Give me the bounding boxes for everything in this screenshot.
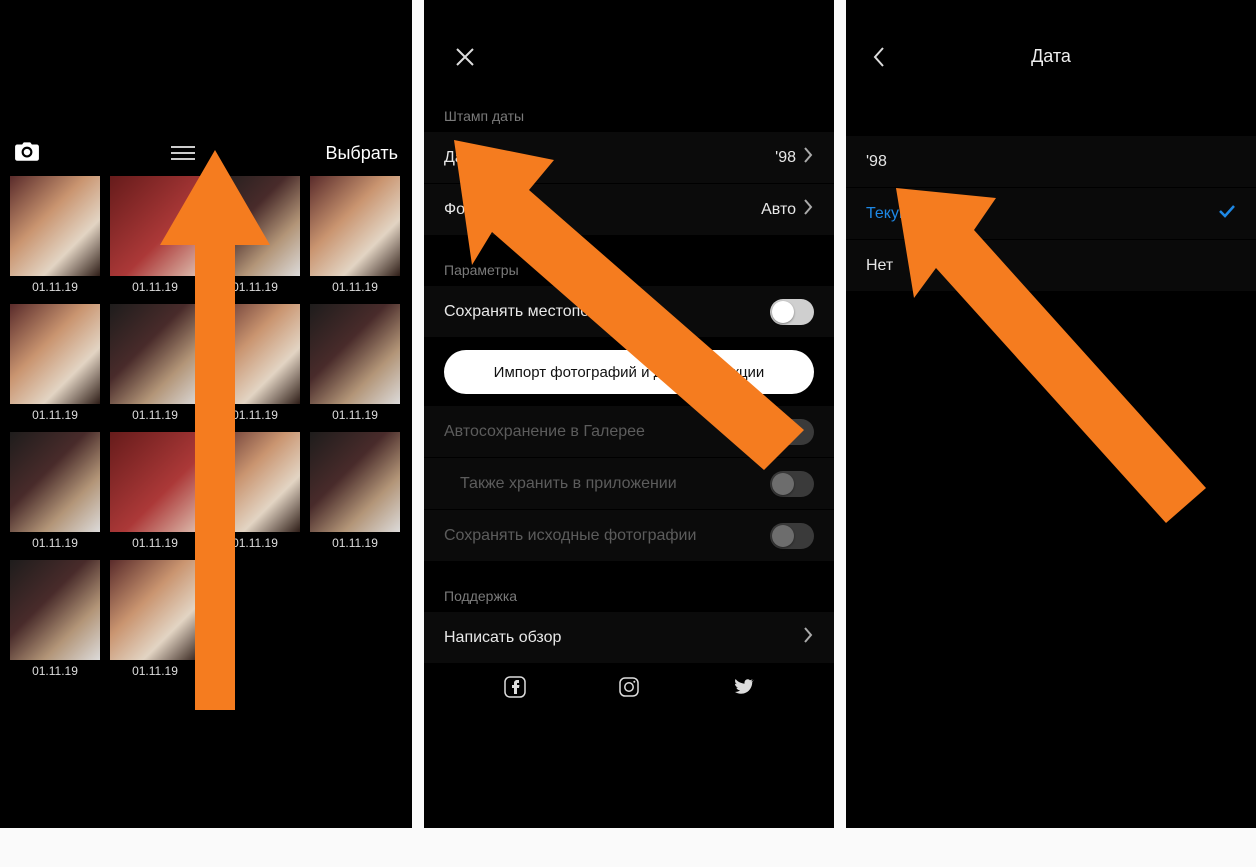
option-current-label: Текущая (866, 205, 930, 223)
photo-thumb[interactable]: 01.11.19 (10, 432, 100, 550)
row-format-label: Формат (444, 201, 501, 219)
option-98-label: '98 (866, 153, 887, 171)
thumb-date: 01.11.19 (232, 536, 278, 550)
thumb-date: 01.11.19 (132, 536, 178, 550)
photo-thumb[interactable]: 01.11.19 (110, 176, 200, 294)
hamburger-icon[interactable] (171, 146, 195, 160)
row-date-value: '98 (775, 149, 796, 167)
thumb-date: 01.11.19 (132, 280, 178, 294)
chevron-right-icon (802, 198, 814, 221)
photo-thumb[interactable]: 01.11.19 (210, 176, 300, 294)
instagram-icon[interactable] (617, 675, 641, 704)
thumb-date: 01.11.19 (332, 280, 378, 294)
chevron-right-icon (802, 146, 814, 169)
row-save-location[interactable]: Сохранять местоположение (424, 286, 834, 338)
row-keep-in-app[interactable]: Также хранить в приложении (424, 458, 834, 510)
camera-icon[interactable] (14, 140, 40, 167)
row-format-value: Авто (761, 201, 796, 219)
section-stamp-label: Штамп даты (424, 108, 834, 132)
photo-thumb[interactable]: 01.11.19 (210, 304, 300, 422)
facebook-icon[interactable] (503, 675, 527, 704)
option-none[interactable]: Нет (846, 240, 1256, 292)
row-save-originals[interactable]: Сохранять исходные фотографии (424, 510, 834, 562)
thumb-date: 01.11.19 (32, 408, 78, 422)
row-format[interactable]: Формат Авто (424, 184, 834, 236)
screen-date-select: Дата '98 Текущая Нет (846, 0, 1256, 828)
gallery-topbar: Выбрать (0, 130, 412, 176)
photo-thumb[interactable]: 01.11.19 (110, 560, 200, 678)
twitter-icon[interactable] (731, 675, 755, 704)
photo-thumb[interactable]: 01.11.19 (310, 176, 400, 294)
row-keep-in-app-label: Также хранить в приложении (460, 475, 677, 493)
row-save-originals-label: Сохранять исходные фотографии (444, 527, 696, 545)
checkmark-icon (1218, 204, 1236, 223)
chevron-right-icon (802, 626, 814, 649)
thumb-date: 01.11.19 (232, 408, 278, 422)
row-review-label: Написать обзор (444, 629, 561, 647)
option-current[interactable]: Текущая (846, 188, 1256, 240)
screen-settings: Штамп даты Дата '98 Формат Авто Параметр… (424, 0, 834, 828)
date-options: '98 Текущая Нет (846, 136, 1256, 292)
social-row (424, 664, 834, 714)
thumb-date: 01.11.19 (332, 408, 378, 422)
row-date[interactable]: Дата '98 (424, 132, 834, 184)
row-autosave-label: Автосохранение в Галерее (444, 423, 645, 441)
thumb-date: 01.11.19 (32, 536, 78, 550)
thumb-date: 01.11.19 (32, 664, 78, 678)
page-title: Дата (846, 46, 1256, 67)
toggle-save-originals[interactable] (770, 523, 814, 549)
photo-thumb[interactable]: 01.11.19 (110, 432, 200, 550)
option-98[interactable]: '98 (846, 136, 1256, 188)
photo-thumb[interactable]: 01.11.19 (210, 432, 300, 550)
thumbnail-grid: 01.11.19 01.11.19 01.11.19 01.11.19 01.1… (10, 176, 402, 678)
photo-thumb[interactable]: 01.11.19 (110, 304, 200, 422)
photo-thumb[interactable]: 01.11.19 (10, 176, 100, 294)
close-icon[interactable] (454, 46, 476, 73)
photo-thumb[interactable]: 01.11.19 (310, 432, 400, 550)
section-support-label: Поддержка (424, 588, 834, 612)
photo-thumb[interactable]: 01.11.19 (10, 304, 100, 422)
row-review[interactable]: Написать обзор (424, 612, 834, 664)
screen-gallery: Выбрать 01.11.19 01.11.19 01.11.19 01.11… (0, 0, 412, 828)
thumb-date: 01.11.19 (232, 280, 278, 294)
row-date-label: Дата (444, 149, 479, 167)
import-button[interactable]: Импорт фотографий и другие функции (444, 350, 814, 394)
thumb-date: 01.11.19 (332, 536, 378, 550)
section-params-label: Параметры (424, 262, 834, 286)
thumb-date: 01.11.19 (132, 408, 178, 422)
option-none-label: Нет (866, 257, 893, 275)
row-save-location-label: Сохранять местоположение (444, 303, 653, 321)
thumb-date: 01.11.19 (132, 664, 178, 678)
photo-thumb[interactable]: 01.11.19 (310, 304, 400, 422)
toggle-keep-in-app[interactable] (770, 471, 814, 497)
toggle-save-location[interactable] (770, 299, 814, 325)
row-autosave[interactable]: Автосохранение в Галерее (424, 406, 834, 458)
thumb-date: 01.11.19 (32, 280, 78, 294)
photo-thumb[interactable]: 01.11.19 (10, 560, 100, 678)
select-button[interactable]: Выбрать (325, 143, 398, 164)
toggle-autosave[interactable] (770, 419, 814, 445)
